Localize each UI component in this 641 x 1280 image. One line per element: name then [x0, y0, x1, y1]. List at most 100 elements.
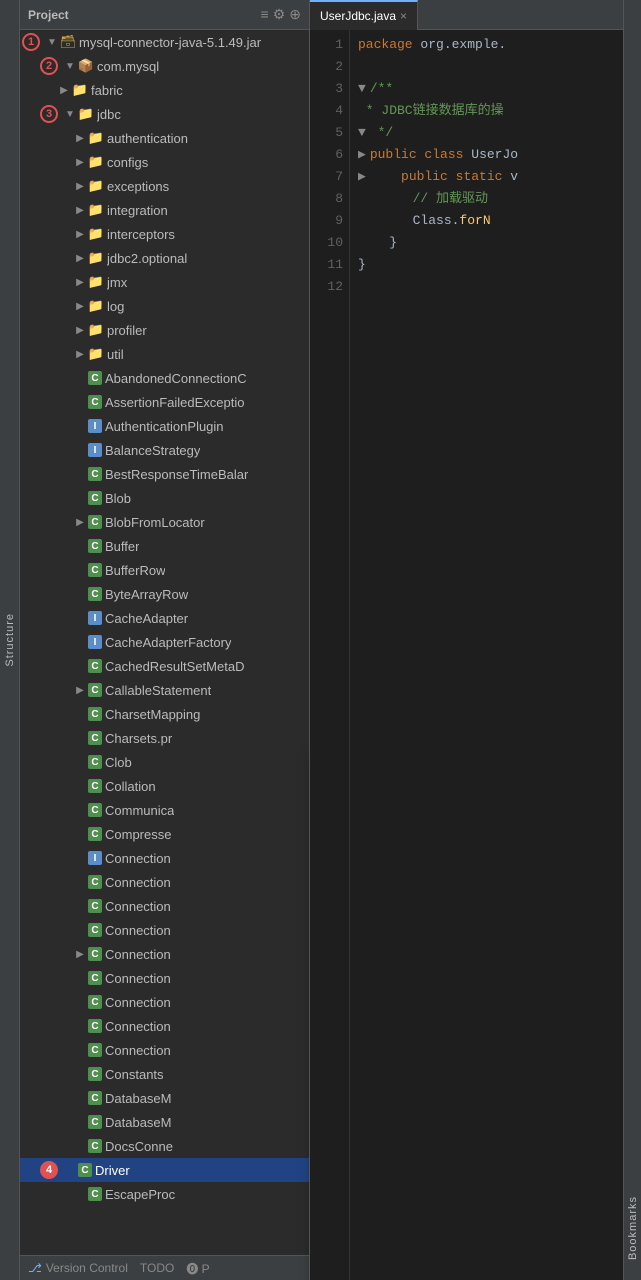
code-line-5: ▼ */ — [358, 122, 615, 144]
tree-item-jdbc[interactable]: 3 ▼ 📁 jdbc — [20, 102, 309, 126]
badge-3: 3 — [40, 105, 58, 123]
tree-item-configs[interactable]: ▶ 📁 configs — [20, 150, 309, 174]
class-icon: C — [88, 755, 102, 769]
header-icon-menu[interactable]: ≡ — [261, 6, 269, 23]
interface-icon: I — [88, 635, 102, 649]
list-item[interactable]: C Connection — [20, 1014, 309, 1038]
code-line-4: * JDBC链接数据库的操 — [358, 100, 615, 122]
class-icon: C — [88, 1115, 102, 1129]
todo-tab[interactable]: TODO — [140, 1261, 174, 1275]
badge-2: 2 — [40, 57, 58, 75]
tree-item-auth[interactable]: ▶ 📁 authentication — [20, 126, 309, 150]
class-icon: C — [88, 395, 102, 409]
bookmarks-label: Bookmarks — [627, 1196, 639, 1260]
tree-item-profiler[interactable]: ▶ 📁 profiler — [20, 318, 309, 342]
list-item[interactable]: C Compresse — [20, 822, 309, 846]
list-item[interactable]: C Connection — [20, 990, 309, 1014]
header-icon-add[interactable]: ⊕ — [289, 6, 301, 23]
list-item[interactable]: ▶ C CallableStatement — [20, 678, 309, 702]
class-icon: C — [88, 563, 102, 577]
tree-item-commysql[interactable]: 2 ▼ 📦 com.mysql — [20, 54, 309, 78]
tree-item-driver[interactable]: 4 C Driver — [20, 1158, 309, 1182]
structure-tab[interactable]: Structure — [0, 0, 20, 1280]
list-item[interactable]: I BalanceStrategy — [20, 438, 309, 462]
folder-interceptors-icon: 📁 — [88, 226, 104, 242]
main-container: Project ≡ ⚙ ⊕ 1 ▼ 🗃 mysql-connector-java… — [20, 0, 641, 1280]
list-item[interactable]: I AuthenticationPlugin — [20, 414, 309, 438]
folder-jdbc-icon: 📁 — [78, 106, 94, 122]
tab-userjdbc[interactable]: UserJdbc.java × — [310, 0, 418, 30]
list-item[interactable]: C AssertionFailedExceptio — [20, 390, 309, 414]
list-item[interactable]: C Collation — [20, 774, 309, 798]
version-control-tab[interactable]: ⎇ Version Control — [28, 1261, 128, 1275]
integration-label: integration — [107, 203, 168, 218]
bookmarks-tab[interactable]: Bookmarks — [623, 0, 641, 1280]
list-item[interactable]: C DatabaseM — [20, 1110, 309, 1134]
list-item[interactable]: C DocsConne — [20, 1134, 309, 1158]
problems-tab[interactable]: ⓿ P — [186, 1260, 209, 1277]
list-item[interactable]: C Constants — [20, 1062, 309, 1086]
code-content[interactable]: package org.exmple. ▼ /** * JDBC链接数据库的操 … — [350, 30, 623, 1280]
class-icon: C — [88, 683, 102, 697]
tree-container[interactable]: 1 ▼ 🗃 mysql-connector-java-5.1.49.jar 2 … — [20, 30, 309, 1280]
list-item[interactable]: C Buffer — [20, 534, 309, 558]
list-item[interactable]: C CachedResultSetMetaD — [20, 654, 309, 678]
list-item[interactable]: C DatabaseM — [20, 1086, 309, 1110]
folder-configs-icon: 📁 — [88, 154, 104, 170]
list-item[interactable]: I CacheAdapterFactory — [20, 630, 309, 654]
auth-label: authentication — [107, 131, 188, 146]
list-item[interactable]: C Connection — [20, 1038, 309, 1062]
class-icon: C — [88, 923, 102, 937]
class-icon: C — [88, 515, 102, 529]
list-item[interactable]: C Connection — [20, 894, 309, 918]
list-item[interactable]: C ByteArrayRow — [20, 582, 309, 606]
interface-icon: I — [88, 419, 102, 433]
list-item[interactable]: C BufferRow — [20, 558, 309, 582]
list-item[interactable]: I CacheAdapter — [20, 606, 309, 630]
list-item[interactable]: C Connection — [20, 918, 309, 942]
tab-userjdbc-label: UserJdbc.java — [320, 9, 396, 23]
list-item[interactable]: I Connection — [20, 846, 309, 870]
list-item[interactable]: C Charsets.pr — [20, 726, 309, 750]
tree-item-jar[interactable]: 1 ▼ 🗃 mysql-connector-java-5.1.49.jar — [20, 30, 309, 54]
folder-exceptions-icon: 📁 — [88, 178, 104, 194]
list-item[interactable]: C Connection — [20, 870, 309, 894]
code-line-9: Class.forN — [358, 210, 615, 232]
list-item[interactable]: C AbandonedConnectionC — [20, 366, 309, 390]
list-item[interactable]: C BestResponseTimeBalar — [20, 462, 309, 486]
header-icon-settings[interactable]: ⚙ — [273, 6, 286, 23]
tree-item-fabric[interactable]: ▶ 📁 fabric — [20, 78, 309, 102]
class-icon: C — [88, 491, 102, 505]
tab-close-icon[interactable]: × — [400, 9, 407, 23]
class-icon: C — [88, 1019, 102, 1033]
tree-item-jdbc2[interactable]: ▶ 📁 jdbc2.optional — [20, 246, 309, 270]
list-item[interactable]: C Connection — [20, 966, 309, 990]
list-item[interactable]: C Clob — [20, 750, 309, 774]
tree-item-interceptors[interactable]: ▶ 📁 interceptors — [20, 222, 309, 246]
tree-item-integration[interactable]: ▶ 📁 integration — [20, 198, 309, 222]
jar-label: mysql-connector-java-5.1.49.jar — [79, 35, 261, 50]
code-line-10: } — [358, 232, 615, 254]
chevron-log: ▶ — [72, 298, 88, 314]
chevron-jmx: ▶ — [72, 274, 88, 290]
list-item[interactable]: ▶ C Connection — [20, 942, 309, 966]
list-item[interactable]: C Communica — [20, 798, 309, 822]
configs-label: configs — [107, 155, 148, 170]
interface-icon: I — [88, 851, 102, 865]
folder-log-icon: 📁 — [88, 298, 104, 314]
class-icon: C — [88, 659, 102, 673]
list-item[interactable]: C EscapeProc — [20, 1182, 309, 1206]
tree-item-jmx[interactable]: ▶ 📁 jmx — [20, 270, 309, 294]
tree-item-log[interactable]: ▶ 📁 log — [20, 294, 309, 318]
chevron-integration: ▶ — [72, 202, 88, 218]
profiler-label: profiler — [107, 323, 147, 338]
tree-item-exceptions[interactable]: ▶ 📁 exceptions — [20, 174, 309, 198]
list-item[interactable]: ▶ C BlobFromLocator — [20, 510, 309, 534]
chevron-util: ▶ — [72, 346, 88, 362]
tree-item-util[interactable]: ▶ 📁 util — [20, 342, 309, 366]
fabric-label: fabric — [91, 83, 123, 98]
list-item[interactable]: C Blob — [20, 486, 309, 510]
editor-tabs: UserJdbc.java × — [310, 0, 623, 30]
list-item[interactable]: C CharsetMapping — [20, 702, 309, 726]
chevron-jdbc2: ▶ — [72, 250, 88, 266]
